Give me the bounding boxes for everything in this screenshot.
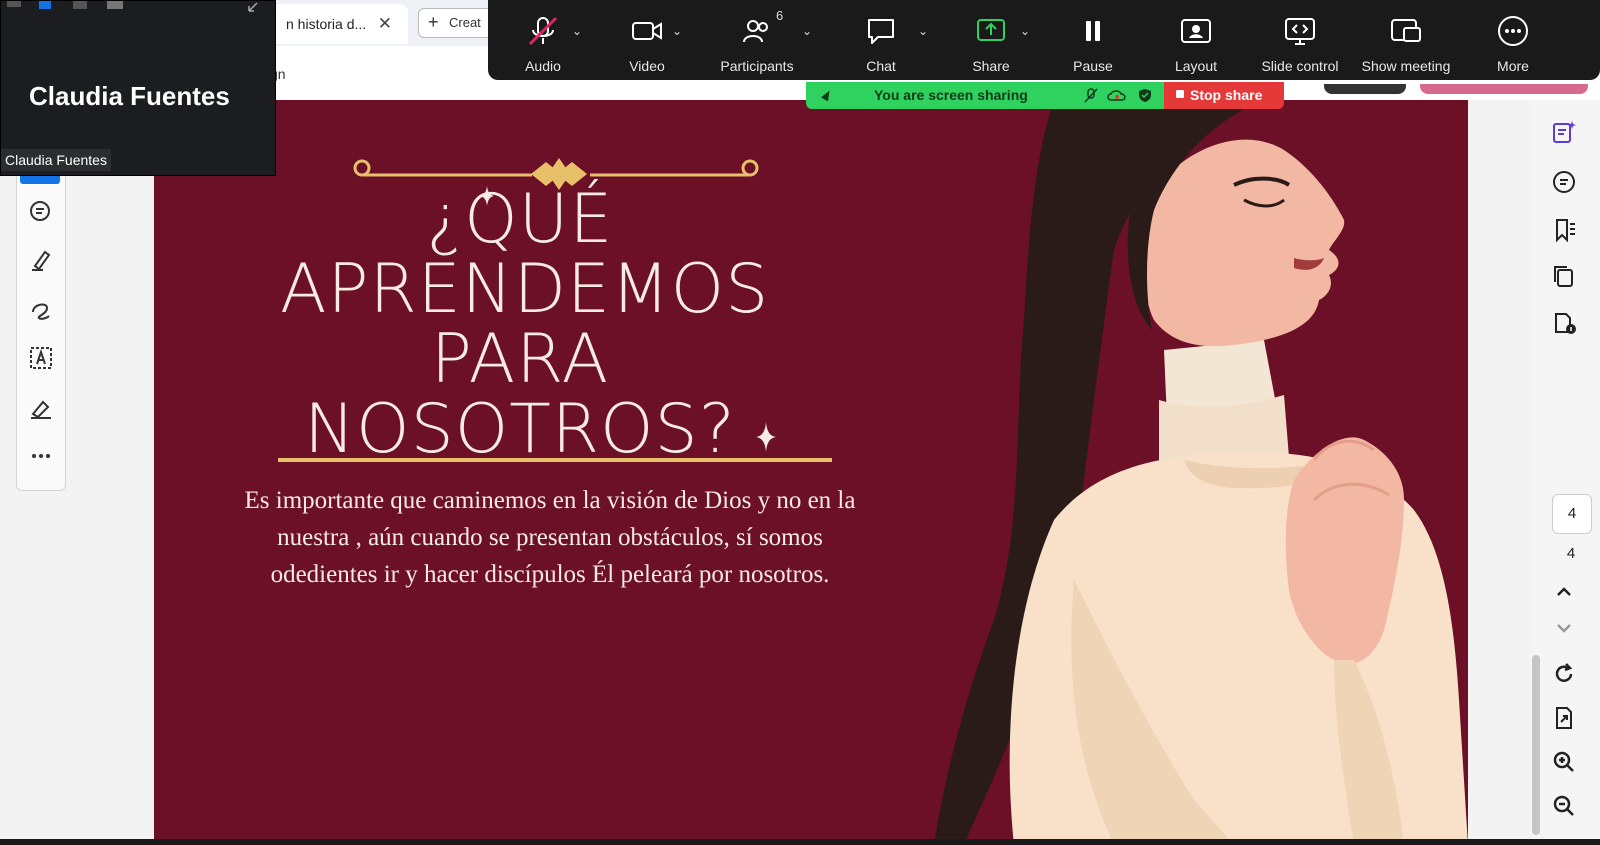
freehand-draw-icon[interactable]: [27, 296, 55, 324]
chat-bubble-icon: [868, 19, 894, 44]
video-camera-icon: [632, 22, 662, 40]
chat-options-chevron-icon[interactable]: ⌄: [918, 24, 928, 38]
self-video-thumbnail[interactable]: Claudia Fuentes Claudia Fuentes: [0, 0, 276, 176]
new-tab-label: Creat: [449, 15, 481, 30]
view-icon[interactable]: [39, 1, 51, 9]
participants-button[interactable]: 6 ⌄ Participants: [702, 0, 812, 80]
slide-control-button[interactable]: Slide control: [1245, 0, 1355, 80]
ai-assistant-icon[interactable]: [1550, 118, 1578, 146]
pause-label: Pause: [1073, 58, 1113, 74]
title-line-4: NOSOTROS?: [304, 390, 736, 469]
hidden-header-button[interactable]: [1324, 84, 1406, 94]
slide-body-text: Es importante que caminemos en la visión…: [244, 487, 856, 588]
show-meeting-icon: [1391, 19, 1421, 42]
stop-share-button[interactable]: Stop share: [1164, 82, 1284, 109]
praying-woman-illustration: [934, 100, 1468, 845]
participants-label: Participants: [720, 58, 794, 74]
participant-count: 6: [776, 8, 784, 23]
refresh-icon[interactable]: [1550, 660, 1578, 688]
participants-icon: [743, 20, 768, 43]
more-options-icon: [1498, 16, 1528, 46]
pause-share-button[interactable]: Pause: [1038, 0, 1148, 80]
bookmark-icon[interactable]: [1550, 216, 1578, 244]
slide-control-label: Slide control: [1261, 58, 1339, 74]
meeting-toolbar: ⌄ Audio ⌄ Video 6 ⌄ Participants ⌄ Chat …: [488, 0, 1600, 80]
browser-tab[interactable]: n historia d... ✕: [272, 4, 408, 44]
layout-button[interactable]: Layout: [1141, 0, 1251, 80]
title-line-2: APRENDEMOS: [280, 250, 770, 329]
text-box-icon[interactable]: [27, 344, 55, 372]
share-button[interactable]: ⌄ Share: [936, 0, 1046, 80]
document-info-icon[interactable]: [1550, 308, 1578, 336]
more-button[interactable]: More: [1458, 0, 1568, 80]
more-tools-icon[interactable]: [27, 442, 55, 470]
share-options-chevron-icon[interactable]: ⌄: [1020, 24, 1030, 38]
video-options-chevron-icon[interactable]: ⌄: [672, 24, 682, 38]
comments-icon[interactable]: [1550, 168, 1578, 196]
browser-tab-title: n historia d...: [286, 16, 367, 32]
share-screen-icon: [977, 19, 1005, 41]
audio-button[interactable]: ⌄ Audio: [488, 0, 598, 80]
page-up-chevron-icon[interactable]: [1550, 578, 1578, 606]
bottom-edge: [0, 839, 1600, 845]
pause-icon: [1086, 21, 1100, 41]
export-page-icon[interactable]: [1550, 704, 1578, 732]
grid-icon[interactable]: [107, 1, 123, 9]
layout-icon: [1181, 19, 1211, 43]
hidden-header-pill[interactable]: [1420, 84, 1588, 94]
zoom-out-icon[interactable]: [1550, 792, 1578, 820]
sparkle-icon: [756, 422, 776, 452]
window-icon[interactable]: [73, 1, 87, 9]
stop-icon: [1176, 90, 1184, 98]
video-label: Video: [629, 58, 665, 74]
stop-share-label: Stop share: [1190, 87, 1263, 103]
layout-label: Layout: [1174, 58, 1218, 74]
drag-handle-icon[interactable]: [820, 88, 834, 102]
signature-pen-icon[interactable]: [27, 394, 55, 422]
participant-name-label: Claudia Fuentes: [1, 149, 111, 171]
muted-mic-small-icon: [1084, 88, 1098, 103]
title-line-3: PARA: [430, 320, 610, 399]
chat-label: Chat: [866, 58, 896, 74]
title-line-1: ¿QUÉ: [426, 180, 614, 259]
highlighter-icon[interactable]: [27, 246, 55, 274]
screen-sharing-banner: You are screen sharing: [806, 82, 1164, 109]
total-pages: 4: [1566, 545, 1576, 562]
close-tab-icon[interactable]: ✕: [378, 14, 392, 34]
slide-control-icon: [1285, 18, 1315, 45]
slide-title: ¿QUÉ APRENDEMOS PARA NOSOTROS?: [280, 180, 770, 469]
more-label: More: [1497, 58, 1529, 74]
shield-icon[interactable]: [1138, 88, 1152, 103]
title-underline: [278, 458, 832, 462]
audio-options-chevron-icon[interactable]: ⌄: [572, 24, 582, 38]
current-page-input[interactable]: 4: [1552, 494, 1592, 534]
sparkle-small-icon: [480, 186, 494, 206]
participants-options-chevron-icon[interactable]: ⌄: [802, 24, 812, 38]
zoom-in-icon[interactable]: [1550, 748, 1578, 776]
presentation-slide: ¿QUÉ APRENDEMOS PARA NOSOTROS? Es import…: [154, 100, 1468, 845]
show-meeting-label: Show meeting: [1361, 58, 1451, 74]
minimize-icon[interactable]: [7, 1, 21, 7]
muted-microphone-icon: [528, 16, 558, 46]
screen-sharing-status: You are screen sharing: [874, 87, 1028, 103]
show-meeting-button[interactable]: Show meeting: [1351, 0, 1461, 80]
cloud-recording-icon[interactable]: [1106, 88, 1128, 102]
right-tool-rail: [1530, 100, 1600, 845]
participant-name: Claudia Fuentes: [29, 81, 230, 111]
page-down-chevron-icon[interactable]: [1550, 614, 1578, 642]
collapse-icon[interactable]: [247, 1, 261, 13]
annotation-toolbar: [16, 176, 66, 491]
share-label: Share: [972, 58, 1010, 74]
video-button[interactable]: ⌄ Video: [592, 0, 702, 80]
chat-button[interactable]: ⌄ Chat: [826, 0, 936, 80]
comment-icon[interactable]: [27, 198, 55, 226]
copy-pages-icon[interactable]: [1550, 262, 1578, 290]
audio-label: Audio: [525, 58, 561, 74]
plus-icon: +: [428, 12, 439, 32]
vertical-scrollbar[interactable]: [1532, 655, 1540, 835]
